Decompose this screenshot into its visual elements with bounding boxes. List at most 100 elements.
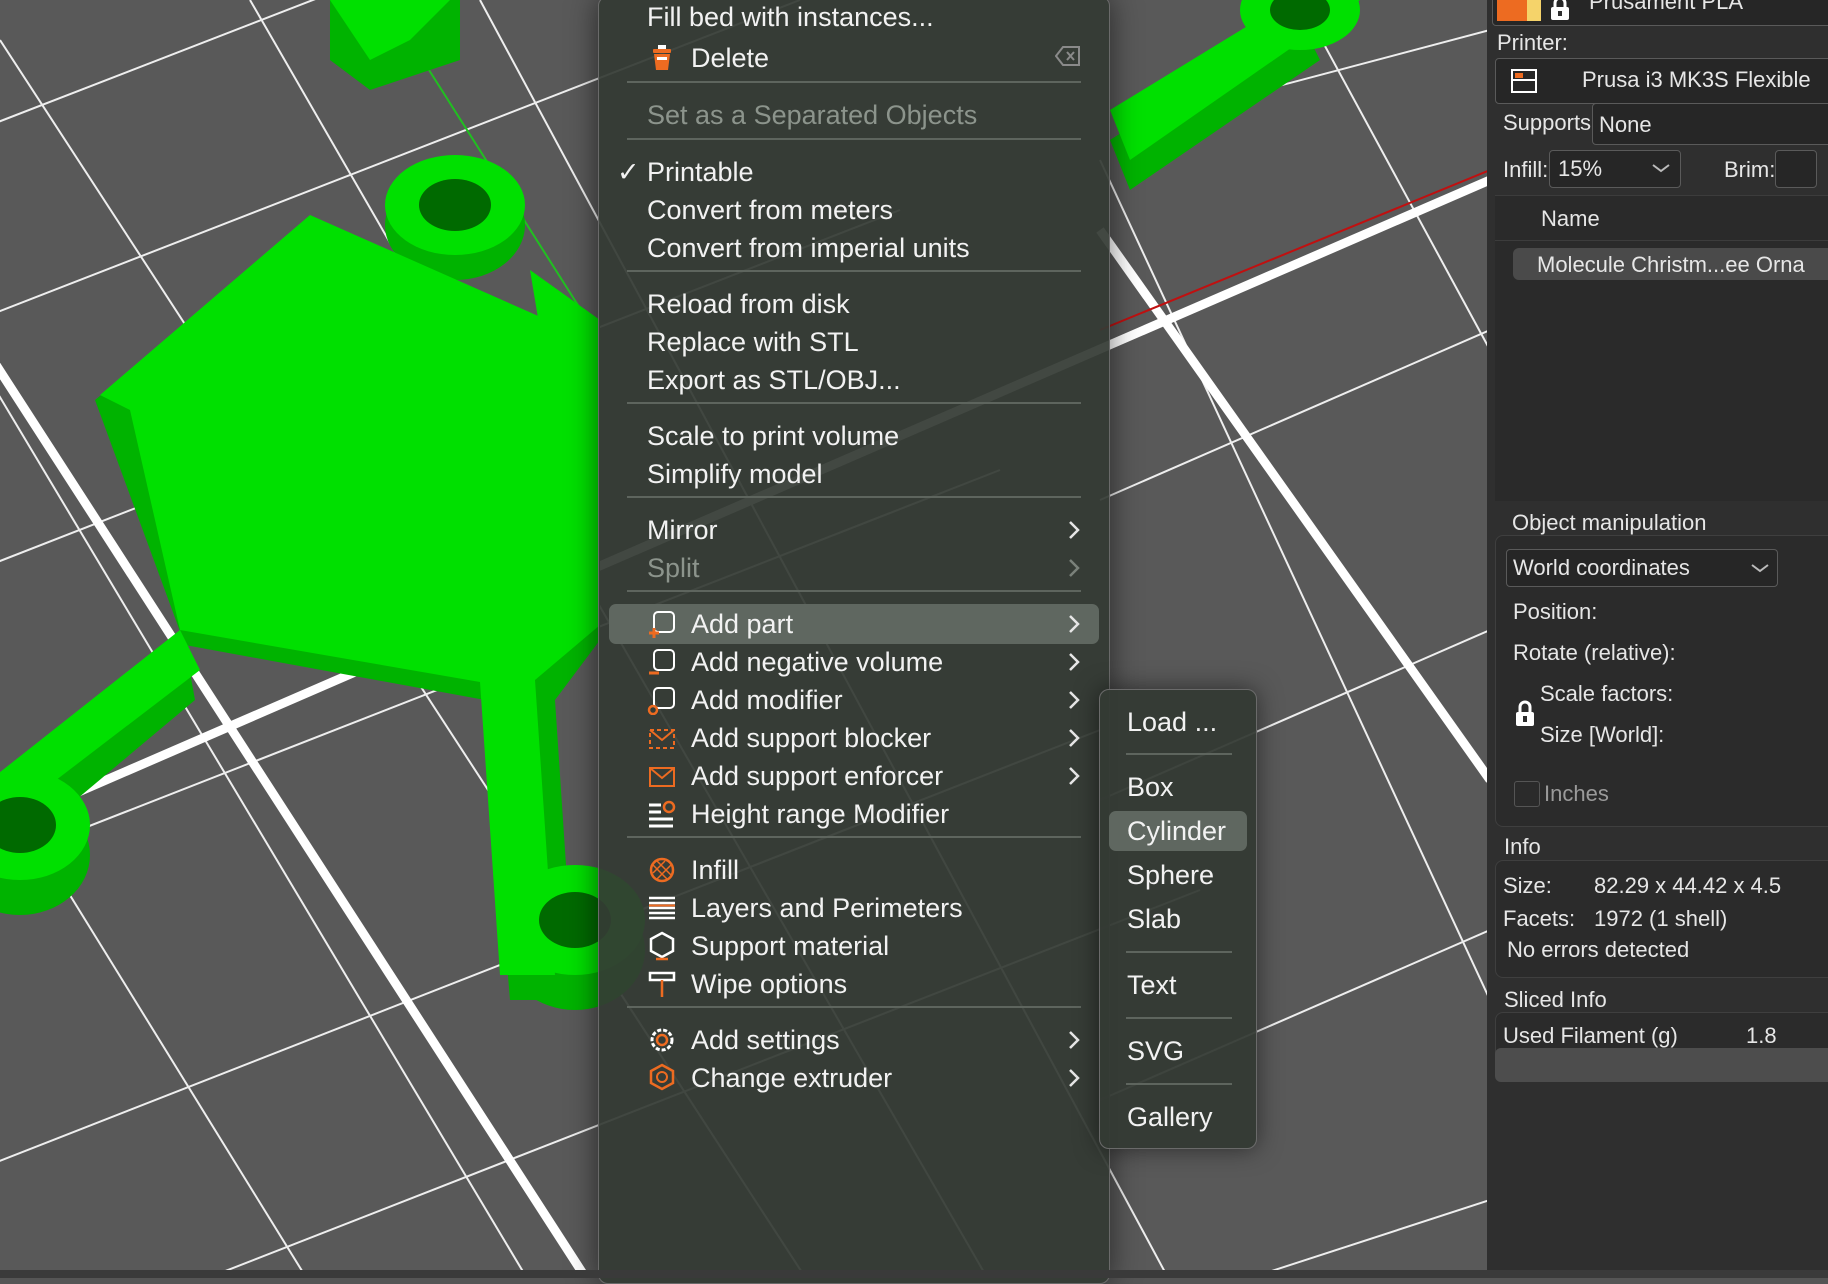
- lock-icon[interactable]: [1514, 700, 1536, 728]
- menu-item-infill[interactable]: Infill: [599, 850, 1109, 890]
- submenu-item-text[interactable]: Text: [1100, 965, 1256, 1005]
- submenu-item-label: Sphere: [1127, 859, 1215, 890]
- submenu-item-load[interactable]: Load ...: [1100, 702, 1256, 742]
- add-part-submenu: Load ... Box Cylinder Sphere Slab Text S…: [1099, 689, 1257, 1149]
- menu-item-fill-bed[interactable]: Fill bed with instances...: [599, 0, 1109, 37]
- menu-item-add-part[interactable]: Add part: [609, 604, 1099, 644]
- submenu-item-box[interactable]: Box: [1100, 767, 1256, 807]
- menu-item-replace-stl[interactable]: Replace with STL: [599, 322, 1109, 362]
- menu-item-convert-meters[interactable]: Convert from meters: [599, 190, 1109, 230]
- gear-icon: [650, 1028, 674, 1052]
- menu-item-scale-volume[interactable]: Scale to print volume: [599, 416, 1109, 456]
- menu-separator: [1126, 1017, 1232, 1019]
- menu-item-label: Delete: [691, 42, 770, 73]
- supports-select[interactable]: None: [1592, 103, 1828, 145]
- menu-item-layers-perimeters[interactable]: Layers and Perimeters: [599, 888, 1109, 928]
- chevron-down-icon: [1652, 164, 1670, 173]
- menu-item-label: Add settings: [691, 1024, 840, 1055]
- menu-item-label: Add negative volume: [691, 646, 944, 677]
- support-enforcer-icon: [649, 767, 675, 787]
- menu-item-export-stl[interactable]: Export as STL/OBJ...: [599, 360, 1109, 400]
- coordinates-select[interactable]: World coordinates: [1506, 549, 1778, 587]
- filament-color-swatch: [1497, 0, 1527, 21]
- infill-label: Infill:: [1503, 157, 1549, 182]
- menu-item-support-material[interactable]: Support material: [599, 926, 1109, 966]
- menu-item-reload-disk[interactable]: Reload from disk: [599, 284, 1109, 324]
- chevron-right-icon: [1069, 1031, 1080, 1049]
- menu-item-add-negative-volume[interactable]: Add negative volume: [599, 642, 1109, 682]
- trash-icon: [653, 45, 671, 70]
- submenu-item-svg[interactable]: SVG: [1100, 1031, 1256, 1071]
- menu-item-label: Export as STL/OBJ...: [647, 364, 901, 395]
- menu-item-add-support-enforcer[interactable]: Add support enforcer: [599, 756, 1109, 796]
- object-list-row[interactable]: Molecule Christm...ee Orna: [1513, 248, 1828, 280]
- filament-combo[interactable]: Prusament PLA: [1492, 0, 1828, 26]
- menu-item-set-separated: Set as a Separated Objects: [599, 95, 1109, 135]
- size-world-label: Size [World]:: [1540, 722, 1665, 747]
- add-part-icon: [649, 611, 675, 638]
- menu-item-convert-imperial[interactable]: Convert from imperial units: [599, 228, 1109, 268]
- submenu-item-cylinder[interactable]: Cylinder: [1109, 811, 1247, 851]
- menu-item-add-modifier[interactable]: Add modifier: [599, 680, 1109, 720]
- menu-item-label: Mirror: [647, 514, 718, 545]
- backspace-key-icon: [1055, 46, 1080, 66]
- menu-item-label: Fill bed with instances...: [647, 1, 934, 32]
- menu-item-simplify[interactable]: Simplify model: [599, 454, 1109, 494]
- submenu-item-label: Box: [1127, 771, 1174, 802]
- slice-now-button[interactable]: [1495, 1048, 1828, 1082]
- menu-separator: [627, 81, 1081, 83]
- menu-separator: [627, 1006, 1081, 1008]
- brim-checkbox[interactable]: [1775, 150, 1817, 188]
- modifier-icon: [647, 687, 675, 715]
- menu-separator: [1126, 1083, 1232, 1085]
- errors-status: No errors detected: [1507, 937, 1690, 962]
- menu-item-label: Simplify model: [647, 458, 823, 489]
- menu-item-label: Convert from imperial units: [647, 232, 970, 263]
- infill-value: 15%: [1558, 156, 1603, 181]
- submenu-item-sphere[interactable]: Sphere: [1100, 855, 1256, 895]
- menu-item-printable[interactable]: ✓ Printable: [599, 152, 1109, 192]
- submenu-item-label: SVG: [1127, 1035, 1185, 1066]
- size-info-label: Size:: [1503, 873, 1552, 898]
- menu-item-change-extruder[interactable]: Change extruder: [599, 1058, 1109, 1098]
- submenu-item-gallery[interactable]: Gallery: [1100, 1097, 1256, 1137]
- menu-item-add-settings[interactable]: Add settings: [599, 1020, 1109, 1060]
- filament-name: Prusament PLA: [1589, 0, 1744, 14]
- menu-item-label: Height range Modifier: [691, 798, 950, 829]
- submenu-item-slab[interactable]: Slab: [1100, 899, 1256, 939]
- chevron-right-icon: [1069, 691, 1080, 709]
- menu-item-label: Set as a Separated Objects: [647, 99, 978, 130]
- height-range-icon: [649, 800, 676, 828]
- menu-item-height-range[interactable]: Height range Modifier: [599, 794, 1109, 834]
- lock-icon: [1551, 0, 1569, 20]
- menu-separator: [1126, 753, 1232, 755]
- chevron-right-icon: [1069, 653, 1080, 671]
- menu-separator: [627, 836, 1081, 838]
- used-filament-label: Used Filament (g): [1503, 1023, 1678, 1048]
- object-manipulation-group: World coordinates Position: Rotate (rela…: [1495, 535, 1828, 827]
- submenu-item-label: Load ...: [1127, 706, 1218, 737]
- brim-label: Brim:: [1724, 157, 1776, 182]
- infill-select[interactable]: 15%: [1549, 150, 1681, 188]
- inches-label: Inches: [1544, 781, 1609, 806]
- chevron-right-icon: [1069, 615, 1080, 633]
- submenu-item-label: Gallery: [1127, 1101, 1213, 1132]
- name-column-header[interactable]: Name: [1541, 206, 1600, 232]
- check-icon: ✓: [617, 156, 640, 187]
- position-label: Position:: [1513, 599, 1598, 624]
- supports-value: None: [1599, 112, 1652, 137]
- menu-item-label: Add support blocker: [691, 722, 932, 753]
- printer-combo[interactable]: Prusa i3 MK3S Flexible: [1495, 58, 1828, 104]
- extruder-icon: [649, 1063, 675, 1091]
- inches-checkbox[interactable]: [1514, 781, 1540, 807]
- menu-item-delete[interactable]: Delete: [599, 38, 1109, 78]
- used-filament-value: 1.8: [1746, 1023, 1777, 1048]
- menu-item-wipe-options[interactable]: Wipe options: [599, 964, 1109, 1004]
- submenu-item-label: Slab: [1127, 903, 1182, 934]
- chevron-down-icon: [1751, 564, 1769, 573]
- menu-item-label: Change extruder: [691, 1062, 893, 1093]
- menu-item-mirror[interactable]: Mirror: [599, 510, 1109, 550]
- menu-item-add-support-blocker[interactable]: Add support blocker: [599, 718, 1109, 758]
- negative-volume-icon: [649, 649, 675, 675]
- menu-separator: [627, 590, 1081, 592]
